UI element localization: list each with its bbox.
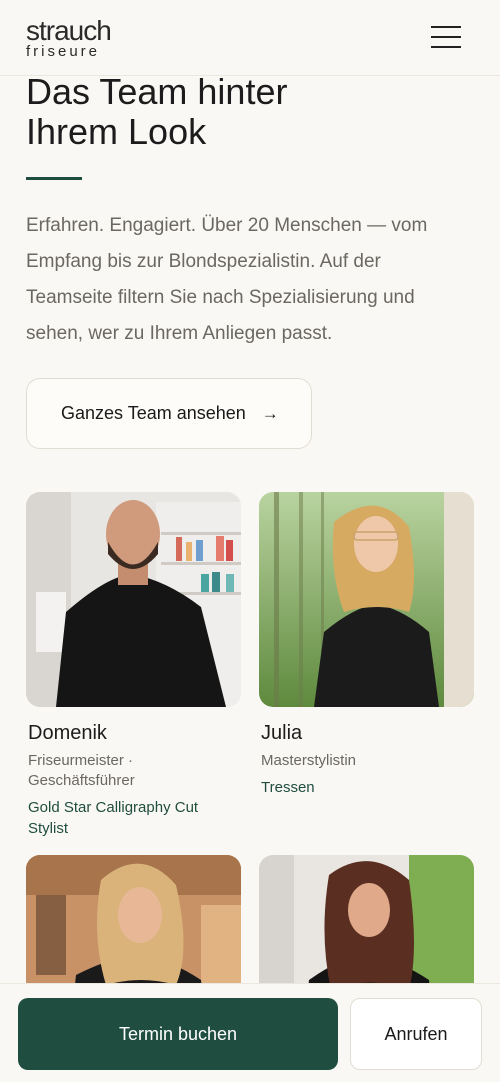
team-member-name: Domenik xyxy=(28,722,107,744)
intro-text: Erfahren. Engagiert. Über 20 Menschen — … xyxy=(26,215,428,344)
title-line-1: Das Team hinter xyxy=(26,71,288,112)
team-member-role: Masterstylistin xyxy=(261,752,357,769)
arrow-right-icon: → xyxy=(261,403,279,423)
call-label: Anrufen xyxy=(384,1023,448,1044)
team-member-specialty: Tressen xyxy=(261,779,315,796)
team-member-role: Friseurmeister · Geschäftsführer xyxy=(28,752,135,789)
team-member-photo xyxy=(26,492,241,707)
team-member-photo xyxy=(259,492,474,707)
site-header: strauch friseure xyxy=(0,0,500,76)
team-member-name: Julia xyxy=(261,722,303,744)
sticky-action-bar: Termin buchen Anrufen xyxy=(0,983,500,1082)
strauch-logo[interactable]: strauch friseure xyxy=(26,15,112,60)
team-card[interactable]: Julia Masterstylistin Tressen xyxy=(259,492,474,798)
team-member-specialty: Gold Star Calligraphy Cut Stylist xyxy=(28,799,199,837)
view-team-button[interactable]: Ganzes Team ansehen → xyxy=(26,378,312,449)
book-appointment-label: Termin buchen xyxy=(118,1023,238,1044)
team-card[interactable]: Domenik Friseurmeister · Geschäftsführer… xyxy=(26,492,241,839)
title-divider xyxy=(26,177,82,180)
logo-subline: friseure xyxy=(26,43,101,60)
page-title: Das Team hinter Ihrem Look xyxy=(26,72,466,152)
call-button[interactable]: Anrufen xyxy=(350,998,482,1070)
logo-wordmark: strauch xyxy=(26,15,112,46)
hamburger-menu-icon[interactable] xyxy=(431,24,463,52)
book-appointment-button[interactable]: Termin buchen xyxy=(18,998,338,1070)
title-line-2: Ihrem Look xyxy=(26,111,207,152)
view-team-label: Ganzes Team ansehen xyxy=(61,403,246,423)
